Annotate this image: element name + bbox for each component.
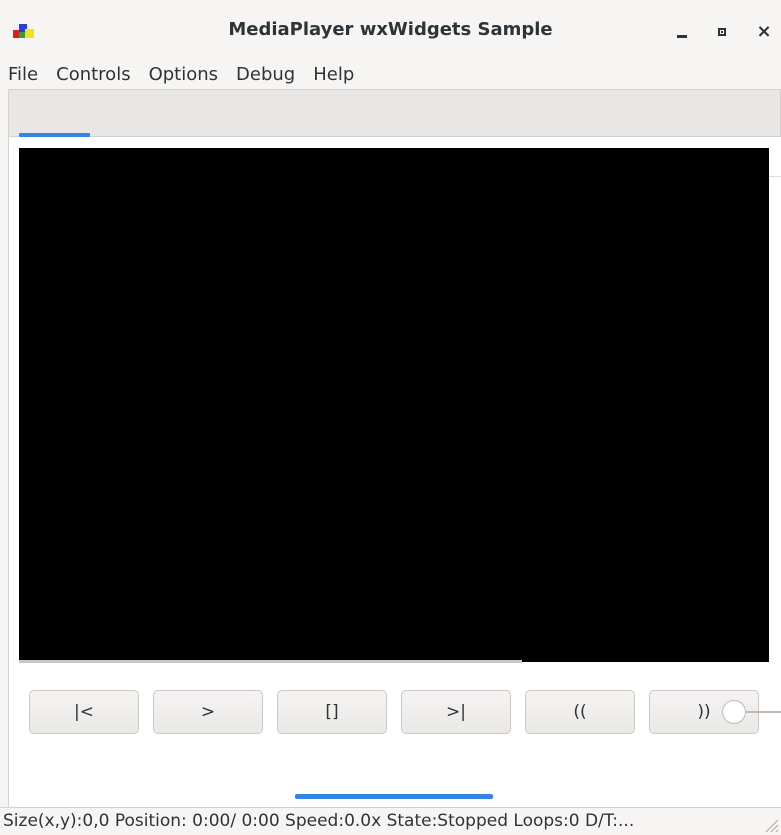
position-slider-knob[interactable] <box>722 700 746 724</box>
minimize-button[interactable] <box>670 20 694 44</box>
status-bar: Size(x,y):0,0 Position: 0:00/ 0:00 Speed… <box>0 807 781 835</box>
menu-bar: File Controls Options Debug Help <box>0 60 781 88</box>
close-icon: × <box>756 21 772 42</box>
play-button[interactable]: > <box>153 690 263 734</box>
main-window: MediaPlayer wxWidgets Sample × File Cont… <box>0 0 781 835</box>
menu-help[interactable]: Help <box>313 64 354 85</box>
video-display[interactable] <box>19 148 769 662</box>
maximize-button[interactable] <box>710 20 734 44</box>
menu-controls[interactable]: Controls <box>56 64 130 85</box>
video-scrollbar[interactable] <box>19 660 522 663</box>
next-button[interactable]: >| <box>401 690 511 734</box>
menu-debug[interactable]: Debug <box>236 64 295 85</box>
position-slider-track[interactable] <box>746 711 781 713</box>
previous-button[interactable]: |< <box>29 690 139 734</box>
horizontal-scrollbar[interactable] <box>295 794 493 799</box>
maximize-icon <box>718 28 726 36</box>
resize-grip-icon[interactable] <box>761 815 779 833</box>
title-bar[interactable]: MediaPlayer wxWidgets Sample × <box>0 0 781 61</box>
volume-down-button[interactable]: (( <box>525 690 635 734</box>
close-button[interactable]: × <box>752 20 776 44</box>
window-title: MediaPlayer wxWidgets Sample <box>228 19 553 40</box>
notebook-tab-strip <box>8 89 781 137</box>
menu-options[interactable]: Options <box>149 64 218 85</box>
stop-button[interactable]: [] <box>277 690 387 734</box>
status-text: Size(x,y):0,0 Position: 0:00/ 0:00 Speed… <box>3 811 635 831</box>
menu-file[interactable]: File <box>8 64 38 85</box>
minimize-icon <box>677 34 687 38</box>
